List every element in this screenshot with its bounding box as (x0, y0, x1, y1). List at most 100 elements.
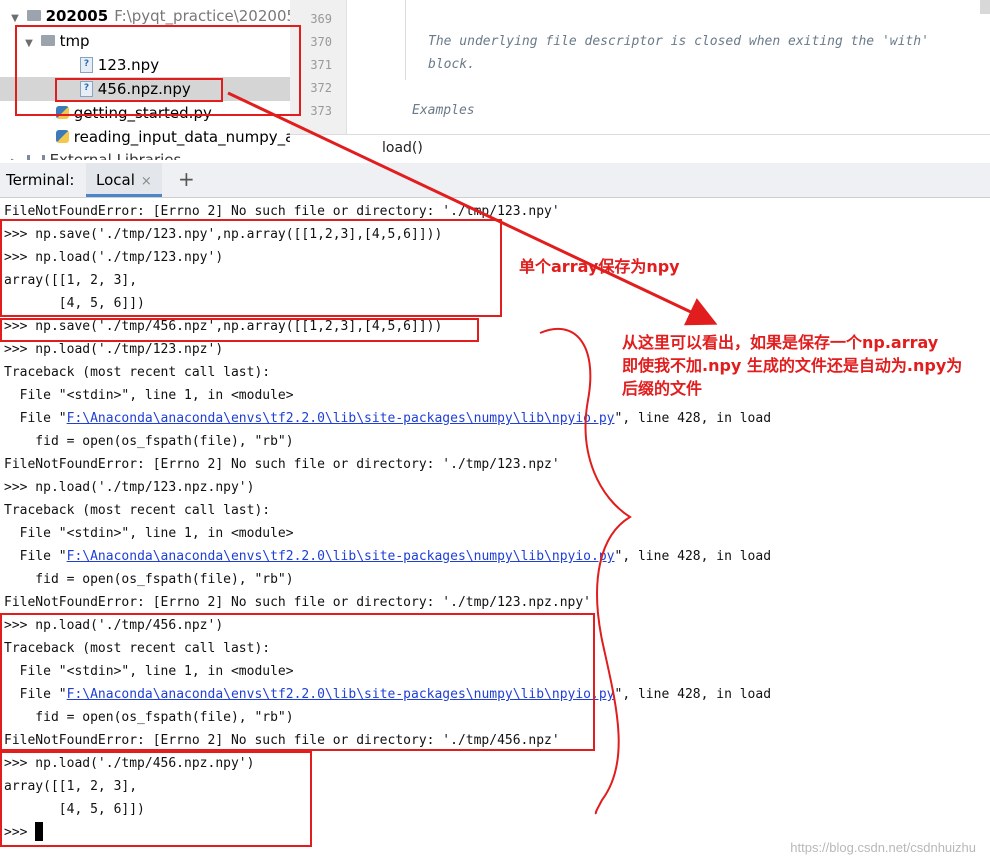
terminal-text: >>> np.load('./tmp/123.npz.npy') (4, 480, 255, 495)
trace-prefix: File " (4, 411, 67, 426)
trace-suffix: ", line 428, in load (614, 687, 772, 702)
terminal-line: [4, 5, 6]]) (4, 292, 145, 315)
terminal-text: [4, 5, 6]]) (4, 802, 145, 817)
terminal-line: File "F:\Anaconda\anaconda\envs\tf2.2.0\… (4, 683, 771, 706)
tree-file-123-npy[interactable]: ? 123.npy (80, 53, 159, 77)
annotation-note: 单个array保存为npy (519, 257, 680, 276)
scrollbar[interactable] (980, 0, 990, 14)
terminal-text: Traceback (most recent call last): (4, 365, 271, 380)
trace-prefix: File " (4, 687, 67, 702)
terminal-label: Terminal: (6, 171, 75, 189)
terminal-line: FileNotFoundError: [Errno 2] No such fil… (4, 200, 560, 223)
code-editor[interactable]: 369 370 371 372 373 The underlying file … (290, 0, 990, 160)
tree-root-name: 202005 (45, 7, 109, 25)
terminal-text: array([[1, 2, 3], (4, 273, 138, 288)
unknown-file-icon: ? (80, 80, 93, 97)
library-icon (26, 154, 45, 160)
breadcrumb-item[interactable]: load() (382, 140, 423, 156)
terminal-text: >>> np.load('./tmp/123.npy') (4, 250, 224, 265)
tree-root[interactable]: ▼ 202005 F:\pyqt_practice\202005 (8, 4, 291, 31)
terminal-line: FileNotFoundError: [Errno 2] No such fil… (4, 729, 560, 752)
terminal-line: >>> np.load('./tmp/123.npy') (4, 246, 223, 269)
line-number: 372 (310, 81, 332, 95)
terminal-line: array([[1, 2, 3], (4, 269, 137, 292)
chevron-right-icon[interactable]: ▶ (8, 151, 22, 160)
line-gutter: 369 370 371 372 373 (290, 0, 347, 134)
terminal-text: fid = open(os_fspath(file), "rb") (4, 710, 294, 725)
tree-file-456-npz-npy[interactable]: ? 456.npz.npy (0, 77, 290, 101)
tree-file-label: getting_started.py (73, 104, 212, 122)
breadcrumb[interactable]: load() (290, 134, 990, 160)
trace-prefix: File " (4, 549, 67, 564)
line-number: 373 (310, 104, 332, 118)
folder-icon (26, 10, 41, 21)
project-tree: ▼ 202005 F:\pyqt_practice\202005 ▼ tmp ? … (0, 0, 291, 160)
terminal-text: fid = open(os_fspath(file), "rb") (4, 572, 294, 587)
terminal-line: File "F:\Anaconda\anaconda\envs\tf2.2.0\… (4, 545, 771, 568)
terminal-text: >>> np.save('./tmp/123.npy',np.array([[1… (4, 227, 443, 242)
unknown-file-icon: ? (80, 56, 93, 73)
terminal-line: >>> np.save('./tmp/123.npy',np.array([[1… (4, 223, 442, 246)
terminal-text: FileNotFoundError: [Errno 2] No such fil… (4, 457, 560, 472)
folder-icon (40, 35, 55, 46)
tree-external-libraries[interactable]: ▶ External Libraries (8, 148, 181, 160)
chevron-down-icon[interactable]: ▼ (22, 32, 36, 56)
terminal-line: Traceback (most recent call last): (4, 361, 270, 384)
terminal-output[interactable]: FileNotFoundError: [Errno 2] No such fil… (0, 198, 990, 863)
line-number: 369 (310, 12, 332, 26)
line-number: 370 (310, 35, 332, 49)
terminal-text: File "<stdin>", line 1, in <module> (4, 526, 294, 541)
trace-suffix: ", line 428, in load (614, 411, 772, 426)
indent-guide (405, 0, 406, 80)
tab-local[interactable]: Local × (86, 163, 162, 197)
tree-folder-tmp[interactable]: ▼ tmp (22, 29, 90, 56)
terminal-line: File "<stdin>", line 1, in <module> (4, 522, 294, 545)
watermark: https://blog.csdn.net/csdnhuizhu (790, 840, 976, 855)
terminal-text: array([[1, 2, 3], (4, 779, 138, 794)
terminal-line: Traceback (most recent call last): (4, 499, 270, 522)
terminal-line: Traceback (most recent call last): (4, 637, 270, 660)
terminal-line: FileNotFoundError: [Errno 2] No such fil… (4, 453, 560, 476)
tree-root-path: F:\pyqt_practice\202005 (114, 7, 291, 25)
file-path-link[interactable]: F:\Anaconda\anaconda\envs\tf2.2.0\lib\si… (67, 687, 615, 702)
python-file-icon (56, 130, 69, 143)
file-path-link[interactable]: F:\Anaconda\anaconda\envs\tf2.2.0\lib\si… (67, 411, 615, 426)
terminal-line: >>> np.load('./tmp/123.npz') (4, 338, 223, 361)
terminal-line: File "<stdin>", line 1, in <module> (4, 660, 294, 683)
terminal-text: Traceback (most recent call last): (4, 503, 271, 518)
chevron-down-icon[interactable]: ▼ (8, 7, 22, 31)
close-icon[interactable]: × (141, 174, 152, 189)
tree-folder-label: tmp (59, 32, 90, 50)
terminal-text: fid = open(os_fspath(file), "rb") (4, 434, 294, 449)
line-number: 371 (310, 58, 332, 72)
tree-file-label: reading_input_data_numpy_ar (73, 128, 291, 146)
terminal-text: >>> (4, 825, 36, 840)
terminal-text: FileNotFoundError: [Errno 2] No such fil… (4, 733, 560, 748)
tree-file-label: 456.npz.npy (97, 80, 191, 98)
python-file-icon (56, 106, 69, 119)
annotation-note: 即使我不加.npy 生成的文件还是自动为.npy为 (622, 356, 963, 375)
terminal-text: >>> np.load('./tmp/456.npz') (4, 618, 224, 633)
terminal-line: >>> np.load('./tmp/456.npz') (4, 614, 223, 637)
annotation-note: 后缀的文件 (622, 379, 703, 398)
trace-suffix: ", line 428, in load (614, 549, 772, 564)
doc-line: block. (428, 57, 475, 72)
tree-file-getting-started[interactable]: getting_started.py (56, 101, 212, 125)
terminal-text: File "<stdin>", line 1, in <module> (4, 388, 294, 403)
terminal-toolbar: Terminal: Local × + (0, 163, 990, 198)
text-cursor (35, 822, 44, 841)
tab-label: Local (96, 171, 135, 189)
terminal-line: File "F:\Anaconda\anaconda\envs\tf2.2.0\… (4, 407, 771, 430)
file-path-link[interactable]: F:\Anaconda\anaconda\envs\tf2.2.0\lib\si… (67, 549, 615, 564)
terminal-line: fid = open(os_fspath(file), "rb") (4, 430, 294, 453)
tree-file-reading-input[interactable]: reading_input_data_numpy_ar (56, 125, 291, 149)
terminal-text: >>> np.load('./tmp/123.npz') (4, 342, 224, 357)
terminal-line: array([[1, 2, 3], (4, 775, 137, 798)
terminal-text: >>> np.load('./tmp/456.npz.npy') (4, 756, 255, 771)
tree-external-label: External Libraries (49, 151, 182, 160)
add-tab-button[interactable]: + (178, 167, 195, 191)
terminal-text: FileNotFoundError: [Errno 2] No such fil… (4, 595, 591, 610)
annotation-note: 从这里可以看出，如果是保存一个np.array (622, 333, 939, 352)
terminal-line: File "<stdin>", line 1, in <module> (4, 384, 294, 407)
terminal-line: >>> np.load('./tmp/123.npz.npy') (4, 476, 254, 499)
